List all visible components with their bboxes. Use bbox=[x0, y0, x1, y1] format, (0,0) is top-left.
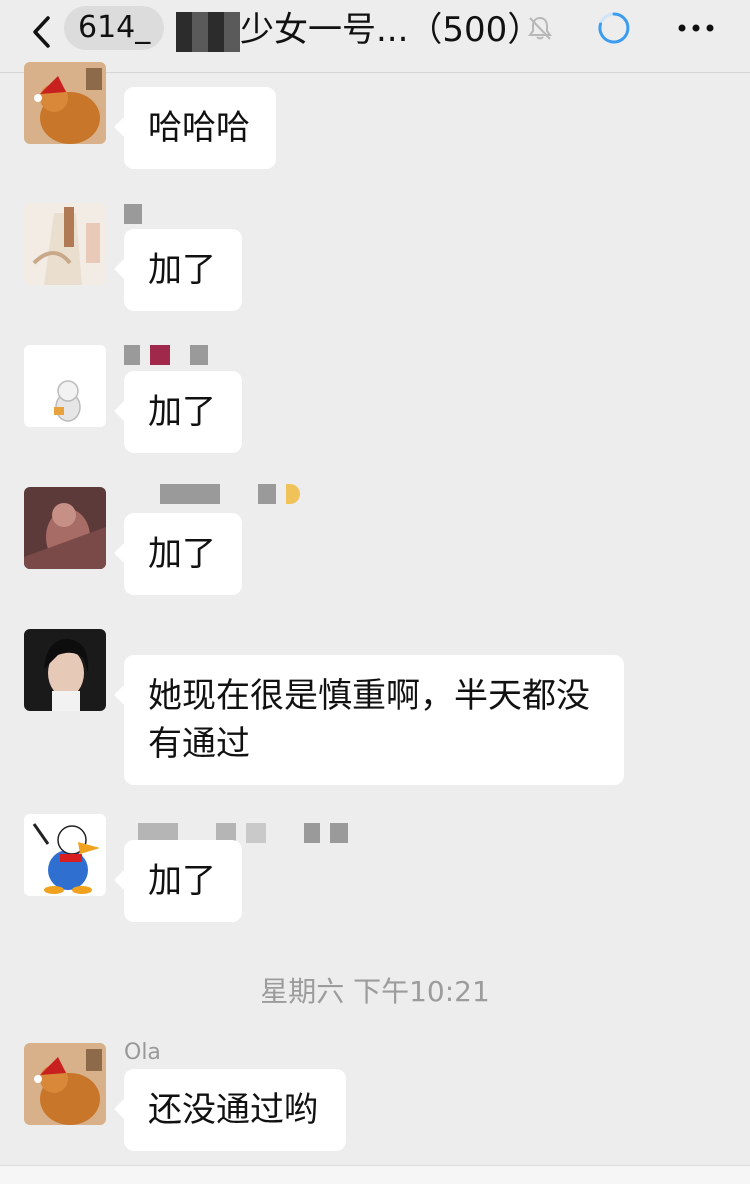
input-bar-edge bbox=[0, 1165, 750, 1184]
avatar-image bbox=[24, 203, 106, 285]
avatar-image bbox=[24, 814, 106, 896]
back-button[interactable] bbox=[28, 12, 58, 52]
message-bubble[interactable]: 加了 bbox=[114, 840, 242, 922]
more-dots-icon[interactable] bbox=[676, 16, 716, 40]
avatar-image bbox=[24, 1043, 106, 1125]
chevron-left-icon bbox=[33, 16, 50, 48]
loading-spinner-icon bbox=[598, 12, 630, 44]
avatar[interactable] bbox=[24, 487, 106, 569]
avatar[interactable] bbox=[24, 1043, 106, 1125]
avatar[interactable] bbox=[24, 814, 106, 896]
message-bubble[interactable]: 加了 bbox=[114, 371, 242, 453]
message-bubble[interactable]: 她现在很是慎重啊，半天都没有通过 bbox=[114, 655, 624, 785]
sender-name-redaction bbox=[124, 345, 208, 367]
avatar-image bbox=[24, 345, 106, 427]
unread-count-badge[interactable]: 614_ bbox=[64, 6, 165, 50]
sender-name: Ola bbox=[124, 1040, 161, 1065]
avatar[interactable] bbox=[24, 629, 106, 711]
message-bubble[interactable]: 加了 bbox=[114, 513, 242, 595]
avatar-image bbox=[24, 62, 106, 144]
chat-timestamp: 星期六 下午10:21 bbox=[260, 975, 490, 1008]
avatar-image bbox=[24, 487, 106, 569]
chat-title: 少女一号...（500） bbox=[240, 10, 542, 50]
avatar[interactable] bbox=[24, 345, 106, 427]
message-bubble[interactable]: 加了 bbox=[114, 229, 242, 311]
sender-name-redaction bbox=[124, 204, 142, 226]
avatar[interactable] bbox=[24, 62, 106, 144]
sender-name-redaction bbox=[160, 484, 300, 506]
avatar[interactable] bbox=[24, 203, 106, 285]
message-bubble[interactable]: 哈哈哈 bbox=[114, 87, 276, 169]
bell-slash-icon bbox=[528, 16, 552, 40]
avatar-image bbox=[24, 629, 106, 711]
title-redaction bbox=[176, 12, 240, 52]
message-bubble[interactable]: 还没通过哟 bbox=[114, 1069, 346, 1151]
chat-header: 614_ 少女一号...（500） bbox=[0, 0, 750, 73]
